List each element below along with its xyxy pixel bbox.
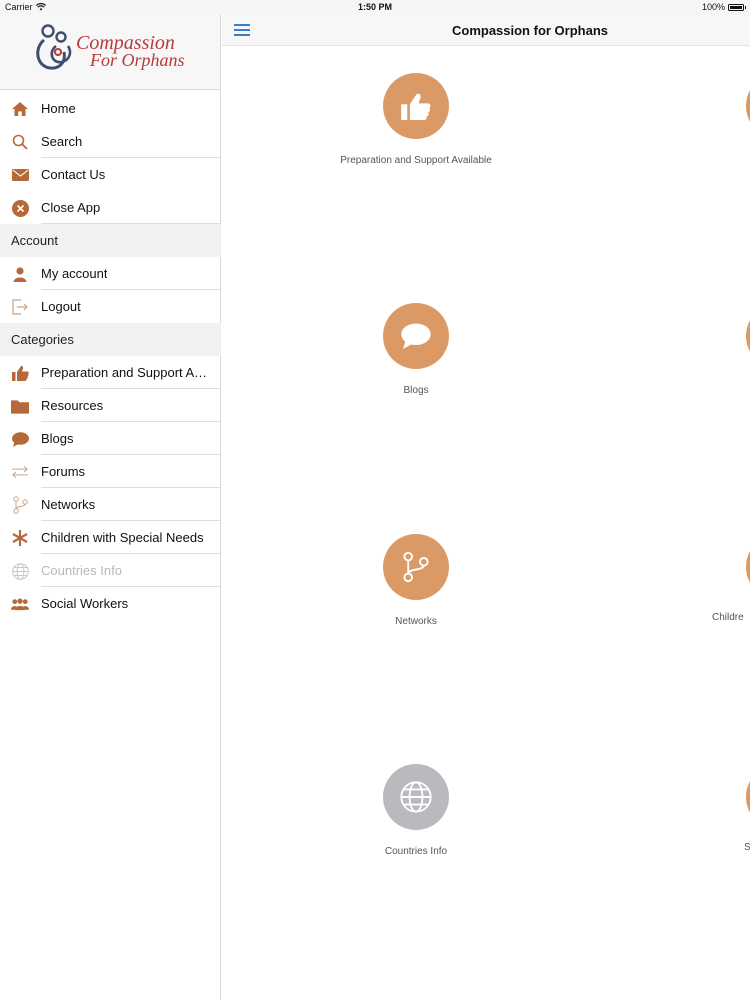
battery-area: 100% — [701, 2, 746, 12]
folder-icon — [11, 397, 29, 415]
close-circle-icon — [11, 199, 29, 217]
home-icon — [11, 100, 29, 118]
tile-caption-partial: S — [744, 842, 750, 853]
sidebar: Compassion For Orphans Home Search Conta… — [0, 14, 221, 1000]
menu-item-contact-us[interactable]: Contact Us — [0, 158, 221, 191]
menu-item-home[interactable]: Home — [0, 92, 221, 125]
menu-item-networks[interactable]: Networks — [0, 488, 221, 521]
branch-icon — [11, 496, 29, 514]
tile-preparation-support[interactable]: Preparation and Support Available — [316, 73, 516, 166]
menu-item-label: Preparation and Support Available — [41, 365, 211, 380]
section-header-account: Account — [0, 224, 221, 257]
group-icon — [11, 595, 29, 613]
battery-icon — [728, 3, 746, 11]
tile-networks[interactable]: Networks — [316, 534, 516, 627]
category-grid: Preparation and Support Available Blogs … — [222, 46, 750, 1000]
menu-item-label: Forums — [41, 464, 86, 479]
logout-icon — [11, 298, 29, 316]
envelope-icon — [11, 166, 29, 184]
tile-blogs[interactable]: Blogs — [316, 303, 516, 396]
menu-item-label: Close App — [41, 200, 101, 215]
clock: 1:50 PM — [357, 2, 392, 12]
menu-item-logout[interactable]: Logout — [0, 290, 221, 323]
nav-title: Compassion for Orphans — [451, 23, 609, 38]
menu-item-label: Children with Special Needs — [41, 530, 204, 545]
search-icon — [11, 133, 29, 151]
thumbs-up-icon — [383, 73, 449, 139]
tile-caption: Blogs — [403, 385, 429, 396]
branch-icon — [383, 534, 449, 600]
menu-item-close-app[interactable]: Close App — [0, 191, 221, 224]
menu-item-label: Resources — [41, 398, 104, 413]
tile-caption: Networks — [395, 616, 437, 627]
navigation-bar: Compassion for Orphans — [222, 14, 750, 46]
menu-item-resources[interactable]: Resources — [0, 389, 221, 422]
tile-special-needs-partial[interactable] — [746, 534, 750, 600]
tile-caption-partial: Childre — [712, 612, 744, 623]
arrows-exchange-icon — [11, 463, 29, 481]
tile-social-workers-partial[interactable] — [746, 764, 750, 830]
user-icon — [11, 265, 29, 283]
family-logo-icon — [36, 24, 72, 70]
tile-forums-partial[interactable] — [746, 303, 750, 369]
menu-item-label: My account — [41, 266, 108, 281]
tile-caption: Preparation and Support Available — [340, 155, 492, 166]
globe-icon — [11, 562, 29, 580]
section-header-categories: Categories — [0, 323, 221, 356]
menu-item-preparation-support[interactable]: Preparation and Support Available — [0, 356, 221, 389]
menu-item-forums[interactable]: Forums — [0, 455, 221, 488]
side-menu: Home Search Contact Us Close App Account — [0, 92, 221, 620]
menu-item-my-account[interactable]: My account — [0, 257, 221, 290]
globe-icon — [383, 764, 449, 830]
chat-bubble-icon — [11, 430, 29, 448]
tile-countries-info[interactable]: Countries Info — [316, 764, 516, 857]
thumbs-up-icon — [11, 364, 29, 382]
menu-item-label: Blogs — [41, 431, 74, 446]
menu-item-social-workers[interactable]: Social Workers — [0, 587, 221, 620]
app-logo: Compassion For Orphans — [0, 14, 220, 90]
menu-item-special-needs[interactable]: Children with Special Needs — [0, 521, 221, 554]
tile-caption: Countries Info — [384, 846, 448, 857]
menu-item-blogs[interactable]: Blogs — [0, 422, 221, 455]
menu-item-label: Contact Us — [41, 167, 106, 182]
menu-item-label: Home — [41, 101, 76, 116]
logo-text-line2: For Orphans — [90, 50, 185, 70]
menu-item-label: Social Workers — [41, 596, 129, 611]
menu-item-label: Countries Info — [41, 563, 122, 578]
menu-item-label: Networks — [41, 497, 96, 512]
menu-item-search[interactable]: Search — [0, 125, 221, 158]
status-bar: Carrier 1:50 PM 100% — [0, 0, 750, 14]
battery-percent: 100% — [701, 2, 725, 12]
tile-resources-partial[interactable] — [746, 73, 750, 139]
menu-item-label: Search — [41, 134, 83, 149]
menu-item-label: Logout — [41, 299, 81, 314]
menu-item-countries-info[interactable]: Countries Info — [0, 554, 221, 587]
asterisk-icon — [11, 529, 29, 547]
chat-bubble-icon — [383, 303, 449, 369]
